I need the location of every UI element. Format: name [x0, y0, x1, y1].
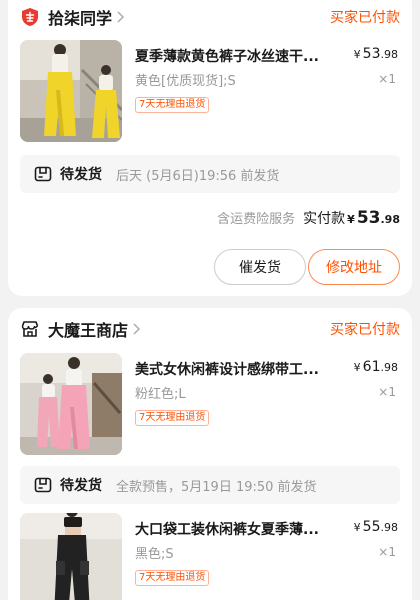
order-item[interactable]: 美式女休闲裤设计感绑带工... ¥61.98 粉红色;L ×1 7天无理由退货 — [20, 353, 400, 455]
shop-logo-icon — [22, 8, 38, 26]
payment-summary: 含运费险服务 实付款 ¥ 53 .98 — [217, 208, 400, 228]
product-thumbnail[interactable] — [20, 353, 122, 455]
order-card: 拾柒同学 买家已付款 夏季薄款黄色裤子冰丝速干... ¥ 53.98 黄色[优质… — [8, 0, 412, 296]
product-price: ¥53.98 — [353, 46, 398, 62]
product-thumbnail[interactable] — [20, 40, 122, 142]
return-policy-badge: 7天无理由退货 — [135, 97, 210, 113]
shipping-deadline: 后天 (5月6日)19:56 前发货 — [116, 168, 280, 184]
shipping-label: 待发货 — [60, 478, 102, 494]
shop-name[interactable]: 大魔王商店 — [48, 317, 128, 341]
product-sku: 粉红色;L — [135, 387, 186, 402]
return-policy-badge: 7天无理由退货 — [135, 410, 210, 426]
urge-shipping-button[interactable]: 催发货 — [214, 249, 306, 285]
insurance-service: 含运费险服务 — [217, 212, 296, 227]
shop-name[interactable]: 拾柒同学 — [48, 5, 112, 29]
shipping-box-icon — [34, 166, 52, 182]
order-card: 大魔王商店 买家已付款 美式女休闲裤设计感绑带工... ¥ 61.98 粉红色;… — [8, 308, 412, 600]
paid-amount-decimal: .98 — [380, 213, 401, 226]
store-icon — [21, 321, 39, 337]
shop-header[interactable]: 拾柒同学 买家已付款 — [20, 2, 400, 32]
product-quantity: ×1 — [378, 72, 396, 86]
product-sku: 黄色[优质现货];S — [135, 74, 236, 89]
shipping-status-bar[interactable]: 待发货 后天 (5月6日)19:56 前发货 — [20, 155, 400, 193]
order-status: 买家已付款 — [330, 322, 400, 338]
shipping-deadline: 全款预售，5月19日 19:50 前发货 — [116, 479, 317, 495]
product-thumbnail[interactable] — [20, 513, 122, 600]
product-title[interactable]: 夏季薄款黄色裤子冰丝速干... — [135, 46, 343, 66]
chevron-right-icon — [117, 11, 125, 23]
shipping-status-bar[interactable]: 待发货 全款预售，5月19日 19:50 前发货 — [20, 466, 400, 504]
paid-currency: ¥ — [347, 213, 355, 226]
product-price: ¥55.98 — [353, 519, 398, 535]
product-price: ¥61.98 — [353, 359, 398, 375]
paid-label: 实付款 — [303, 211, 346, 227]
change-address-button[interactable]: 修改地址 — [308, 249, 400, 285]
order-item[interactable]: 夏季薄款黄色裤子冰丝速干... ¥53.98 黄色[优质现货];S ×1 7天无… — [20, 40, 400, 142]
shop-header[interactable]: 大魔王商店 买家已付款 — [20, 314, 400, 344]
product-quantity: ×1 — [378, 385, 396, 399]
chevron-right-icon — [133, 323, 141, 335]
product-title[interactable]: 美式女休闲裤设计感绑带工... — [135, 359, 343, 379]
product-quantity: ×1 — [378, 545, 396, 559]
shipping-label: 待发货 — [60, 167, 102, 183]
paid-amount: 53 — [356, 208, 381, 228]
order-status: 买家已付款 — [330, 10, 400, 26]
shipping-box-icon — [34, 477, 52, 493]
order-item[interactable]: 大口袋工装休闲裤女夏季薄... ¥55.98 黑色;S ×1 7天无理由退货 — [20, 513, 400, 600]
product-sku: 黑色;S — [135, 547, 174, 562]
product-title[interactable]: 大口袋工装休闲裤女夏季薄... — [135, 519, 343, 539]
return-policy-badge: 7天无理由退货 — [135, 570, 210, 586]
